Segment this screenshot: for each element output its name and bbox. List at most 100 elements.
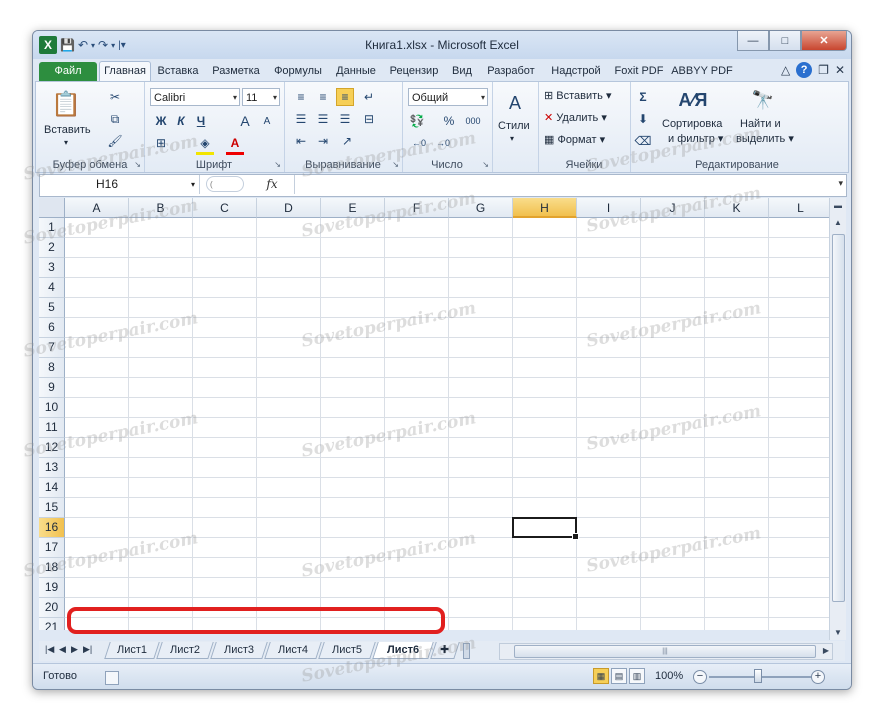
row-header-6[interactable]: 6: [39, 318, 65, 338]
column-header-c[interactable]: C: [193, 198, 257, 218]
close-button[interactable]: ✕: [801, 31, 847, 51]
sheet-tab-5[interactable]: Лист5: [318, 642, 376, 659]
next-sheet-icon[interactable]: ▶: [71, 644, 78, 655]
thousands-separator-button[interactable]: 000: [464, 112, 482, 130]
row-header-21[interactable]: 21: [39, 618, 65, 630]
orientation-icon[interactable]: ↗: [338, 132, 356, 150]
row-header-3[interactable]: 3: [39, 258, 65, 278]
first-sheet-icon[interactable]: |◀: [45, 644, 54, 655]
row-header-16[interactable]: 16: [39, 518, 65, 538]
prev-sheet-icon[interactable]: ◀: [59, 644, 66, 655]
row-header-9[interactable]: 9: [39, 378, 65, 398]
find-select-icon[interactable]: 🔭: [748, 86, 778, 114]
name-box[interactable]: H16 ▾: [40, 175, 200, 194]
delete-cells-button[interactable]: ✕ Удалить ▾: [544, 111, 607, 124]
row-header-1[interactable]: 1: [39, 218, 65, 238]
increase-indent-icon[interactable]: ⇥: [314, 132, 332, 150]
formula-input[interactable]: [296, 175, 828, 194]
fill-handle[interactable]: [572, 533, 579, 540]
column-header-k[interactable]: K: [705, 198, 769, 218]
column-header-i[interactable]: I: [577, 198, 641, 218]
cut-icon[interactable]: ✂: [106, 88, 124, 106]
minimize-ribbon-icon[interactable]: △: [781, 63, 790, 77]
row-header-5[interactable]: 5: [39, 298, 65, 318]
insert-function-button[interactable]: fx: [250, 175, 295, 194]
formula-bar-resize-handle[interactable]: (: [206, 176, 244, 192]
column-header-j[interactable]: J: [641, 198, 705, 218]
sort-filter-label[interactable]: Сортировка: [662, 118, 722, 130]
paste-button[interactable]: Вставить: [44, 124, 91, 136]
sheet-tab-6[interactable]: Лист6: [372, 642, 434, 659]
tab-review[interactable]: Рецензир: [384, 62, 444, 81]
vertical-scrollbar[interactable]: ▬ ▲ ▼: [829, 198, 846, 640]
align-bottom-icon[interactable]: ≡: [336, 88, 354, 106]
find-select-label[interactable]: Найти и: [740, 118, 781, 130]
percent-button[interactable]: %: [440, 112, 458, 130]
tab-file[interactable]: Файл: [39, 62, 97, 81]
active-cell[interactable]: [512, 517, 579, 540]
borders-icon[interactable]: ⊞: [152, 134, 170, 152]
row-header-12[interactable]: 12: [39, 438, 65, 458]
column-header-d[interactable]: D: [257, 198, 321, 218]
row-header-10[interactable]: 10: [39, 398, 65, 418]
align-top-icon[interactable]: ≡: [292, 88, 310, 106]
dialog-launcher-icon[interactable]: ↘: [274, 160, 281, 169]
zoom-in-icon[interactable]: +: [811, 670, 825, 684]
tab-abbyy-pdf[interactable]: ABBYY PDF: [671, 62, 733, 81]
tab-addins[interactable]: Надстрой: [545, 62, 607, 81]
normal-view-icon[interactable]: ▦: [593, 668, 609, 684]
page-layout-view-icon[interactable]: ▤: [611, 668, 627, 684]
font-name-select[interactable]: Calibri ▾: [150, 88, 240, 106]
tab-developer[interactable]: Разработ: [480, 62, 542, 81]
paste-dropdown-icon[interactable]: ▾: [64, 138, 68, 147]
styles-button[interactable]: Стили: [498, 120, 530, 132]
insert-cells-button[interactable]: ⊞ Вставить ▾: [544, 89, 612, 102]
tab-split-handle[interactable]: [463, 643, 470, 659]
row-header-4[interactable]: 4: [39, 278, 65, 298]
merge-center-icon[interactable]: ⊟: [360, 110, 378, 128]
tab-home[interactable]: Главная: [99, 61, 151, 82]
fill-color-icon[interactable]: ◈: [196, 134, 214, 155]
italic-button[interactable]: К: [172, 112, 190, 130]
zoom-level[interactable]: 100%: [655, 670, 683, 682]
zoom-slider-thumb[interactable]: [754, 669, 762, 683]
align-left-icon[interactable]: ☰: [292, 110, 310, 128]
sheet-tab-3[interactable]: Лист3: [210, 642, 268, 659]
increase-decimal-icon[interactable]: ←0: [410, 134, 428, 152]
column-header-e[interactable]: E: [321, 198, 385, 218]
column-header-f[interactable]: F: [385, 198, 449, 218]
column-header-l[interactable]: L: [769, 198, 829, 218]
grow-font-button[interactable]: A: [236, 112, 254, 130]
insert-sheet-button[interactable]: ✚: [430, 642, 460, 659]
tab-insert[interactable]: Вставка: [153, 62, 203, 81]
page-break-view-icon[interactable]: ▥: [629, 668, 645, 684]
number-format-select[interactable]: Общий ▾: [408, 88, 488, 106]
align-center-icon[interactable]: ☰: [314, 110, 332, 128]
shrink-font-button[interactable]: A: [258, 112, 276, 130]
scroll-up-icon[interactable]: ▲: [834, 218, 842, 227]
column-header-g[interactable]: G: [449, 198, 513, 218]
scroll-right-icon[interactable]: ▶: [823, 646, 829, 655]
copy-icon[interactable]: ⧉: [106, 110, 124, 128]
horizontal-scrollbar[interactable]: ||| ▶: [499, 643, 833, 660]
expand-formula-bar-icon[interactable]: ▾: [838, 178, 843, 189]
align-middle-icon[interactable]: ≡: [314, 88, 332, 106]
select-all-corner[interactable]: [39, 198, 65, 218]
format-cells-button[interactable]: ▦ Формат ▾: [544, 133, 605, 146]
fill-icon[interactable]: ⬇: [634, 110, 652, 128]
worksheet-grid[interactable]: A B C D E F G H I J K L 1 2 3 4 5 6 7 8 9 10 11 12 13 14 15 16 17 18 1…: [39, 198, 829, 630]
help-icon[interactable]: ?: [796, 62, 813, 78]
scroll-down-icon[interactable]: ▼: [834, 628, 842, 637]
autosum-button[interactable]: Σ: [634, 88, 652, 106]
row-header-11[interactable]: 11: [39, 418, 65, 438]
close-workbook-icon[interactable]: ✕: [835, 63, 845, 77]
sheet-tab-4[interactable]: Лист4: [264, 642, 322, 659]
styles-icon[interactable]: A: [502, 90, 528, 116]
row-header-20[interactable]: 20: [39, 598, 65, 618]
row-header-2[interactable]: 2: [39, 238, 65, 258]
chevron-down-icon[interactable]: ▾: [510, 134, 514, 143]
currency-icon[interactable]: 💱: [408, 112, 426, 130]
row-header-17[interactable]: 17: [39, 538, 65, 558]
split-box-icon[interactable]: ▬: [834, 201, 842, 210]
column-header-a[interactable]: A: [65, 198, 129, 218]
